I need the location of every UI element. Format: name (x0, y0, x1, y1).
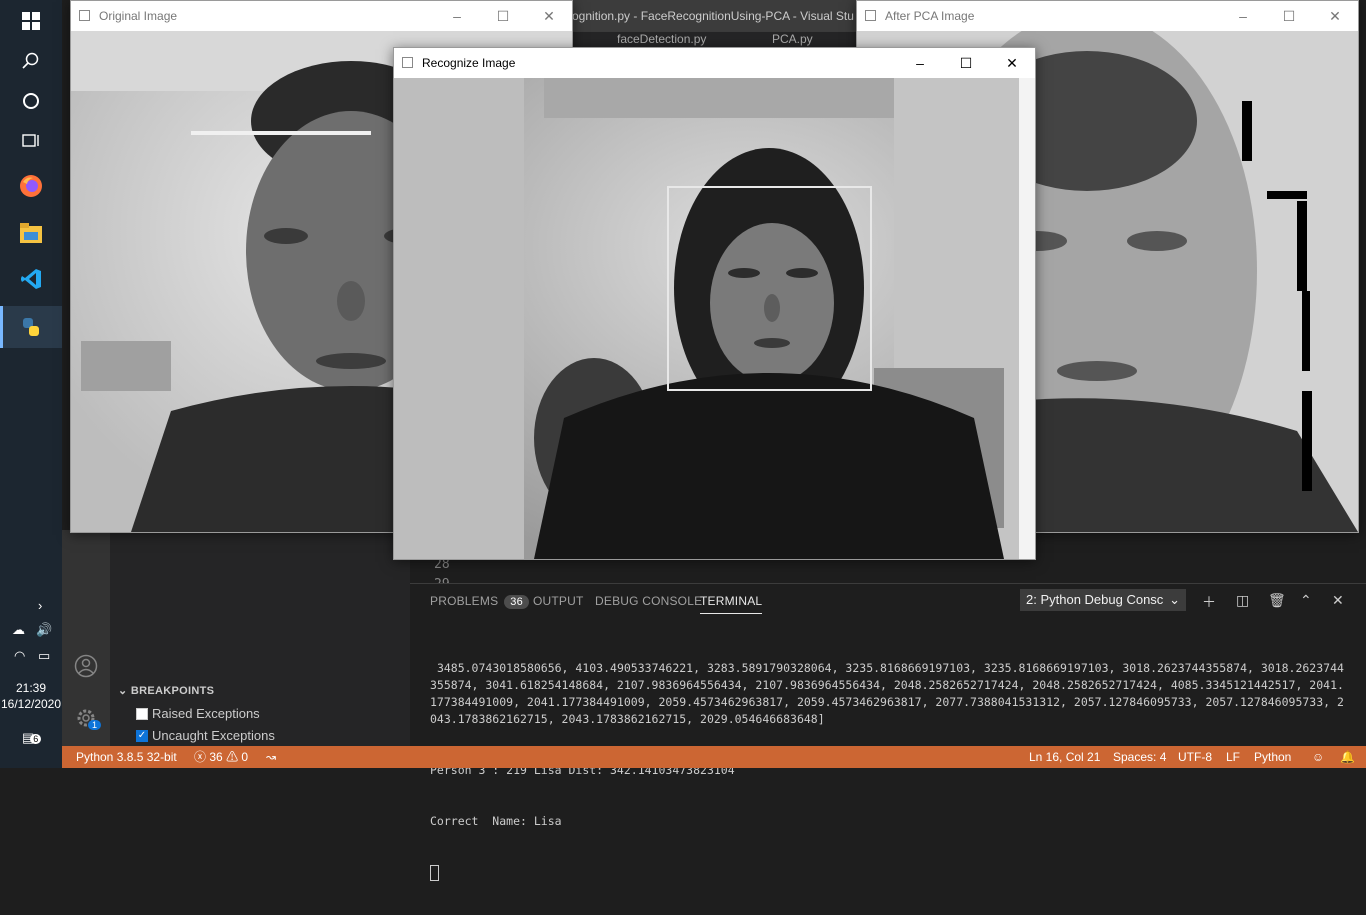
split-terminal-icon[interactable]: ◫ (1236, 592, 1249, 609)
active-indicator (0, 306, 3, 348)
breakpoints-title: BREAKPOINTS (130, 685, 215, 697)
minimize-icon[interactable]: – (1220, 1, 1266, 31)
trash-icon[interactable]: 🗑 (1268, 592, 1286, 609)
terminal-cursor (430, 864, 439, 881)
terminal-panel: PROBLEMS 36 OUTPUT DEBUG CONSOLE TERMINAL… (410, 583, 1366, 881)
close-icon[interactable]: ✕ (989, 48, 1035, 78)
settings-badge: 1 (88, 720, 102, 730)
problems-count-badge: 36 (504, 595, 529, 609)
raised-exceptions-checkbox[interactable] (136, 707, 148, 720)
clock[interactable]: 21:39 16/12/2020 (0, 680, 62, 712)
recognized-face-image (394, 78, 1035, 559)
warning-icon: ⚠ (226, 750, 239, 764)
error-count: 36 (209, 750, 223, 764)
bell-icon[interactable]: 🔔 (1340, 746, 1355, 768)
terminal-line: 3485.0743018580656, 4103.490533746221, 3… (430, 661, 1344, 726)
windows-start-icon[interactable] (0, 0, 62, 42)
window-title: Original Image (99, 9, 178, 23)
minimize-icon[interactable]: – (434, 1, 480, 31)
search-icon[interactable] (0, 40, 62, 82)
feedback-icon[interactable]: ☺ (1312, 746, 1324, 768)
close-icon[interactable]: ✕ (1312, 1, 1358, 31)
tab-problems[interactable]: PROBLEMS 36 (430, 594, 529, 609)
editor-tabs: faceDetection.py PCA.py (572, 32, 872, 48)
maximize-panel-icon[interactable]: ⌃ (1300, 592, 1312, 609)
firefox-icon[interactable] (0, 165, 62, 207)
chevron-up-icon[interactable]: › (38, 598, 42, 613)
settings-gear-icon[interactable]: 1 (74, 706, 102, 735)
problems-status[interactable]: ⓧ 36 ⚠ 0 (194, 746, 248, 768)
tab-debug-console[interactable]: DEBUG CONSOLE (595, 594, 702, 608)
chevron-down-icon: ⌄ (118, 685, 131, 697)
python-interpreter[interactable]: Python 3.8.5 32-bit (76, 746, 177, 768)
terminal-prompt (430, 864, 1350, 881)
after-pca-titlebar[interactable]: After PCA Image – ☐ ✕ (857, 1, 1358, 31)
encoding[interactable]: UTF-8 (1178, 746, 1212, 768)
volume-icon[interactable]: 🔊 (36, 622, 52, 638)
vscode-icon[interactable] (0, 258, 62, 300)
window-icon (402, 57, 413, 68)
debug-sidebar: ⌄ BREAKPOINTS Raised Exceptions ✓ Uncaug… (110, 530, 410, 746)
uncaught-exceptions-label: Uncaught Exceptions (152, 728, 275, 743)
task-view-icon[interactable] (0, 120, 62, 162)
window-title: Recognize Image (422, 56, 516, 70)
battery-icon[interactable]: ▭ (38, 648, 50, 664)
account-icon[interactable] (74, 654, 98, 683)
breakpoints-header[interactable]: ⌄ BREAKPOINTS (118, 684, 214, 697)
maximize-icon[interactable]: ☐ (480, 1, 526, 31)
cursor-position[interactable]: Ln 16, Col 21 (1029, 746, 1100, 768)
live-share-icon[interactable]: ↝ (266, 746, 276, 768)
chevron-down-icon: ⌄ (1169, 592, 1180, 607)
notification-icon[interactable]: ▤6 (22, 730, 42, 746)
close-icon[interactable]: ✕ (526, 1, 572, 31)
terminal-output[interactable]: 3485.0743018580656, 4103.490533746221, 3… (430, 626, 1350, 915)
minimize-icon[interactable]: – (897, 48, 943, 78)
breakpoint-raised-exceptions[interactable]: Raised Exceptions (136, 706, 260, 721)
close-panel-icon[interactable]: ✕ (1332, 592, 1344, 609)
terminal-line: Correct Name: Lisa (430, 814, 562, 828)
maximize-icon[interactable]: ☐ (1266, 1, 1312, 31)
status-bar: Python 3.8.5 32-bit ⓧ 36 ⚠ 0 ↝ Ln 16, Co… (62, 746, 1366, 768)
line-ending[interactable]: LF (1226, 746, 1240, 768)
new-terminal-icon[interactable]: ＋ (1202, 592, 1216, 612)
warning-count: 0 (241, 750, 249, 764)
language-mode[interactable]: Python (1254, 746, 1291, 768)
terminal-select[interactable]: 2: Python Debug Consc ⌄ (1020, 589, 1186, 611)
maximize-icon[interactable]: ☐ (943, 48, 989, 78)
tab-output[interactable]: OUTPUT (533, 594, 584, 608)
activity-bar: 1 (62, 530, 110, 746)
notification-count: 6 (30, 734, 42, 744)
file-explorer-icon[interactable] (0, 212, 62, 254)
tab-terminal[interactable]: TERMINAL (700, 594, 763, 614)
clock-time: 21:39 (15, 681, 47, 695)
python-icon[interactable] (0, 306, 62, 348)
uncaught-exceptions-checkbox[interactable]: ✓ (136, 729, 148, 742)
cortana-icon[interactable] (0, 80, 62, 122)
error-icon: ⓧ (194, 750, 207, 764)
original-image-titlebar[interactable]: Original Image – ☐ ✕ (71, 1, 572, 31)
clock-date: 16/12/2020 (0, 697, 62, 711)
terminal-select-value: 2: Python Debug Consc (1026, 592, 1164, 607)
vscode-title: ognition.py - FaceRecognitionUsing-PCA -… (572, 0, 872, 32)
indentation[interactable]: Spaces: 4 (1113, 746, 1166, 768)
tab-pca[interactable]: PCA.py (772, 32, 813, 46)
tab-face-detection[interactable]: faceDetection.py (617, 32, 706, 46)
window-title: After PCA Image (885, 9, 975, 23)
raised-exceptions-label: Raised Exceptions (152, 706, 260, 721)
breakpoint-uncaught-exceptions[interactable]: ✓ Uncaught Exceptions (136, 728, 275, 743)
recognize-image-window[interactable]: Recognize Image – ☐ ✕ (393, 47, 1036, 560)
recognize-image-titlebar[interactable]: Recognize Image – ☐ ✕ (394, 48, 1035, 78)
network-icon[interactable]: ☁ (12, 622, 25, 638)
window-icon (79, 10, 90, 21)
windows-taskbar: › ☁ 🔊 ◠ ▭ 21:39 16/12/2020 ▤6 (0, 0, 62, 768)
problems-label: PROBLEMS (430, 594, 499, 608)
wifi-icon[interactable]: ◠ (14, 648, 25, 664)
window-icon (865, 10, 876, 21)
